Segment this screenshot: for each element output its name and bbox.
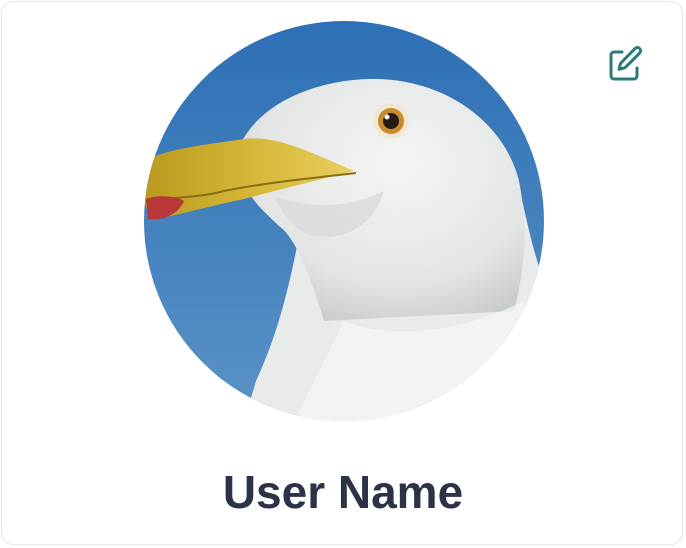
user-name: User Name	[222, 466, 464, 518]
edit-profile-button[interactable]	[605, 44, 645, 84]
avatar	[144, 21, 544, 421]
seagull-avatar-image	[144, 21, 544, 421]
edit-icon	[609, 46, 643, 81]
